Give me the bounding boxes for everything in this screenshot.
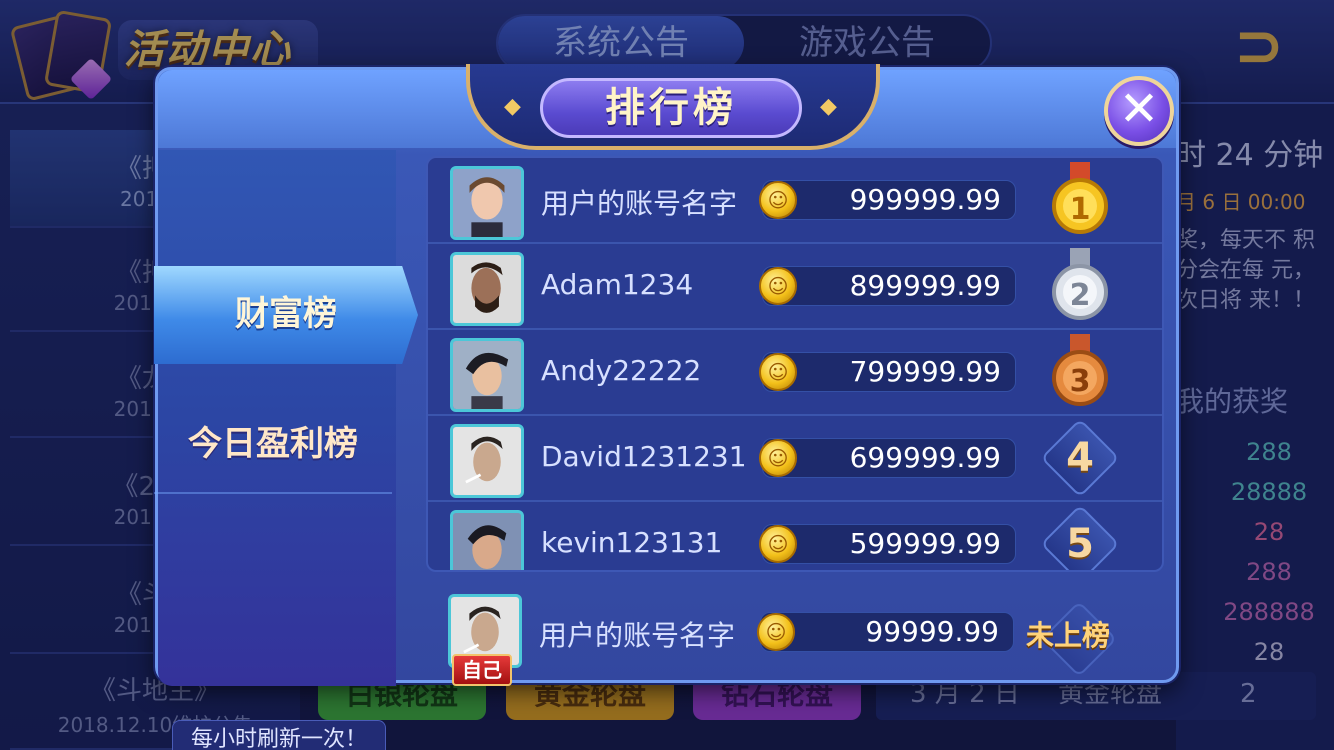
player-name: 用户的账号名字 — [541, 187, 738, 220]
coin-balance: ☺ 999999.99 — [759, 180, 1016, 220]
refresh-note: 每小时刷新一次！ — [172, 720, 386, 750]
coin-balance: ☺ 799999.99 — [759, 352, 1016, 392]
ranking-row: Andy22222 ☺ 799999.99 3 — [428, 330, 1162, 416]
avatar — [450, 510, 524, 570]
rank-number: 4 — [1066, 435, 1094, 481]
avatar — [450, 252, 524, 326]
coin-balance: ☺ 699999.99 — [759, 438, 1016, 478]
ranking-list[interactable]: 用户的账号名字 ☺ 999999.99 1 Adam1234 ☺ 899999.… — [426, 156, 1164, 572]
coin-icon: ☺ — [759, 267, 797, 305]
avatar — [450, 338, 524, 412]
coin-balance: ☺ 599999.99 — [759, 524, 1016, 564]
avatar — [450, 166, 524, 240]
rank-number: 2 — [1069, 278, 1091, 313]
coin-icon: ☺ — [759, 439, 797, 477]
coin-icon: ☺ — [757, 613, 795, 651]
rank-number: 1 — [1069, 192, 1091, 227]
player-name: 用户的账号名字 — [539, 619, 736, 652]
player-name: kevin123131 — [541, 526, 723, 559]
rank-number: 5 — [1066, 521, 1094, 567]
coin-icon: ☺ — [759, 181, 797, 219]
unranked-status: 未上榜 — [1026, 619, 1111, 652]
close-icon[interactable]: ✕ — [1104, 76, 1174, 146]
coin-balance: ☺ 99999.99 — [757, 612, 1014, 652]
avatar — [450, 424, 524, 498]
diamond-deco-icon: ◆ — [504, 94, 521, 119]
self-tag: 自己 — [452, 654, 512, 686]
ranking-row: 用户的账号名字 ☺ 999999.99 1 — [428, 158, 1162, 244]
rank-number: 3 — [1069, 364, 1091, 399]
player-name: Adam1234 — [541, 268, 694, 301]
ranking-row: Adam1234 ☺ 899999.99 2 — [428, 244, 1162, 330]
ranking-row: David1231231 ☺ 699999.99 4 — [428, 416, 1162, 502]
diamond-deco-icon: ◆ — [820, 94, 837, 119]
coin-icon: ☺ — [759, 353, 797, 391]
my-ranking-row: 自己 用户的账号名字 ☺ 99999.99 未上榜 — [426, 590, 1164, 686]
tab-daily-profit-rank[interactable]: 今日盈利榜 — [154, 396, 392, 494]
coin-balance: ☺ 899999.99 — [759, 266, 1016, 306]
coin-icon: ☺ — [759, 525, 797, 563]
modal-title: 排行榜 — [540, 78, 802, 138]
leaderboard-modal: ◆ 排行榜 ◆ ✕ 财富榜 今日盈利榜 每小时刷新一次！ 用户的账号名字 ☺ 9… — [154, 64, 1179, 750]
player-name: David1231231 — [541, 440, 747, 473]
player-name: Andy22222 — [541, 354, 702, 387]
leaderboard-tabs: 财富榜 今日盈利榜 每小时刷新一次！ — [154, 150, 418, 750]
ranking-row: kevin123131 ☺ 599999.99 5 — [428, 502, 1162, 570]
tab-wealth-rank[interactable]: 财富榜 — [154, 266, 418, 364]
